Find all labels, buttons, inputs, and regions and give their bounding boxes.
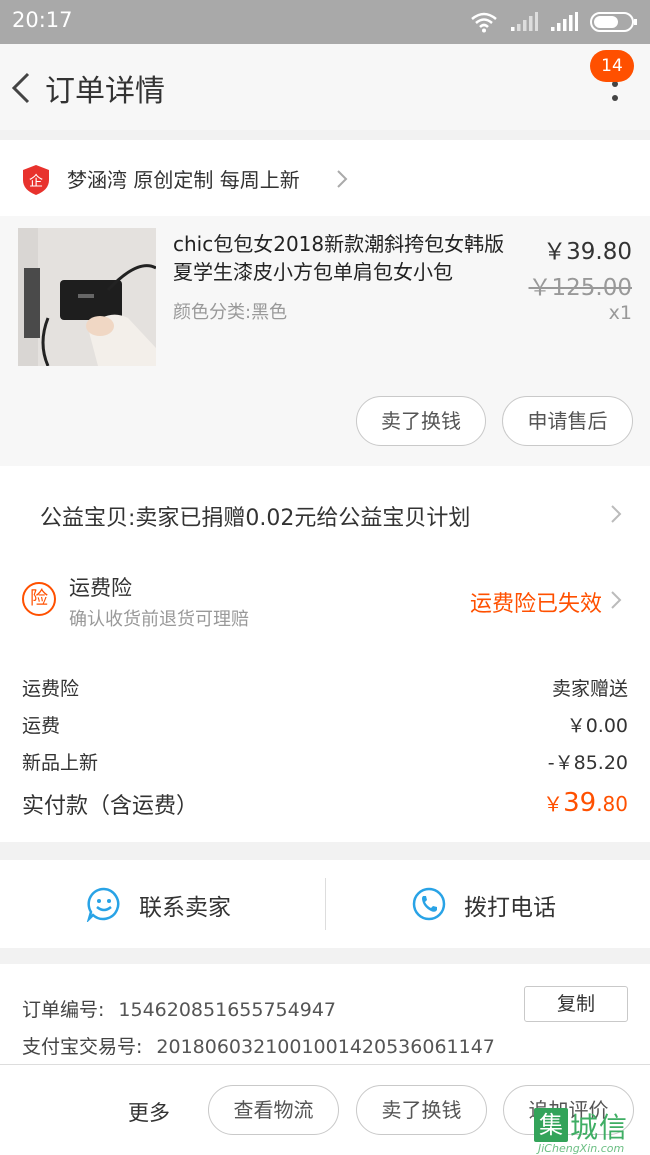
site-watermark: 集 城信 JiChengXin.com — [532, 1104, 650, 1155]
charity-text: 公益宝贝:卖家已捐赠0.02元给公益宝贝计划 — [40, 506, 471, 531]
order-number-value: 154620851655754947 — [118, 999, 336, 1021]
order-number-label: 订单编号: — [22, 999, 105, 1021]
status-time: 20:17 — [12, 8, 73, 32]
chat-bubble-icon — [86, 887, 120, 922]
order-number-row: 订单编号: 154620851655754947 — [22, 995, 336, 1022]
more-actions-button[interactable]: 更多 — [128, 1097, 170, 1127]
chevron-right-icon — [337, 170, 348, 188]
wifi-icon — [471, 12, 497, 33]
view-logistics-button[interactable]: 查看物流 — [208, 1085, 339, 1135]
product-original-price: ￥125.00 — [528, 275, 632, 301]
total-decimal: .80 — [596, 792, 628, 816]
fee-value: -￥85.20 — [547, 752, 628, 774]
fee-row: 运费 ￥0.00 — [22, 711, 628, 745]
copy-button[interactable]: 复制 — [524, 986, 628, 1022]
contact-bar: 联系卖家 拨打电话 — [0, 860, 650, 948]
fee-row: 运费险 卖家赠送 — [22, 674, 628, 708]
fee-value: 卖家赠送 — [551, 678, 628, 700]
fee-label: 新品上新 — [22, 752, 99, 774]
alipay-number-value: 2018060321001001420536061147 — [156, 1036, 495, 1058]
svg-text:企: 企 — [29, 173, 43, 190]
contact-seller-button[interactable]: 联系卖家 — [0, 860, 325, 948]
sell-for-cash-button[interactable]: 卖了换钱 — [356, 1085, 487, 1135]
contact-seller-label: 联系卖家 — [139, 895, 231, 921]
chevron-right-icon — [611, 505, 622, 523]
alipay-number-row: 支付宝交易号: 2018060321001001420536061147 — [22, 1032, 495, 1059]
watermark-text: 城信 — [570, 1111, 629, 1144]
fee-label: 运费 — [22, 715, 61, 737]
call-phone-button[interactable]: 拨打电话 — [325, 860, 650, 948]
sell-for-cash-button[interactable]: 卖了换钱 — [356, 396, 486, 446]
product-sku: 颜色分类:黑色 — [173, 302, 288, 323]
alipay-number-label: 支付宝交易号: — [22, 1036, 143, 1058]
insurance-subtitle: 确认收货前退货可理赔 — [69, 609, 249, 630]
watermark-url: JiChengXin.com — [538, 1142, 625, 1155]
notification-badge: 14 — [590, 50, 634, 82]
fee-value: ￥0.00 — [566, 715, 628, 737]
status-icons — [470, 10, 638, 34]
total-paid-value: ￥39.80 — [543, 788, 628, 818]
after-sales-button[interactable]: 申请售后 — [502, 396, 633, 446]
product-photo-icon — [18, 228, 156, 366]
shop-header[interactable]: 企 梦涵湾 原创定制 每周上新 — [0, 140, 650, 216]
signal-strong-icon — [551, 12, 578, 31]
fee-summary: 运费险 卖家赠送 运费 ￥0.00 新品上新 -￥85.20 实付款（含运费） … — [0, 652, 650, 842]
phone-icon — [412, 887, 446, 921]
watermark-logo: 集 — [534, 1108, 568, 1142]
signal-weak-icon — [511, 12, 538, 31]
chevron-right-icon — [611, 591, 622, 609]
fee-row: 新品上新 -￥85.20 — [22, 748, 628, 782]
call-phone-label: 拨打电话 — [464, 895, 556, 921]
charity-row[interactable]: 公益宝贝:卖家已捐赠0.02元给公益宝贝计划 — [0, 466, 650, 562]
product-quantity: x1 — [608, 302, 632, 324]
fee-label: 运费险 — [22, 678, 80, 700]
total-paid-row: 实付款（含运费） ￥39.80 — [22, 788, 628, 822]
product-title: chic包包女2018新款潮斜挎包女韩版夏学生漆皮小方包单肩包女小包 — [173, 232, 505, 284]
shipping-insurance-row[interactable]: 险 运费险 确认收货前退货可理赔 运费险已失效 — [0, 562, 650, 652]
insurance-status: 运费险已失效 — [469, 592, 602, 617]
insurance-title: 运费险 — [69, 576, 132, 600]
total-integer: 39 — [563, 788, 597, 818]
total-currency: ￥ — [543, 792, 564, 816]
insurance-icon: 险 — [22, 582, 56, 616]
product-image[interactable] — [18, 228, 156, 366]
page-title: 订单详情 — [45, 74, 165, 109]
total-paid-label: 实付款（含运费） — [22, 794, 199, 819]
product-item[interactable]: chic包包女2018新款潮斜挎包女韩版夏学生漆皮小方包单肩包女小包 颜色分类:… — [0, 216, 650, 466]
back-arrow-icon[interactable] — [8, 68, 38, 108]
nav-bar: 订单详情 14 — [0, 44, 650, 130]
order-info: 订单编号: 154620851655754947 支付宝交易号: 201806032… — [0, 964, 650, 1064]
status-bar: 20:17 — [0, 0, 650, 44]
shop-name: 梦涵湾 原创定制 每周上新 — [67, 168, 300, 192]
battery-icon — [590, 12, 637, 32]
shop-badge-icon: 企 — [23, 165, 49, 195]
product-price: ￥39.80 — [543, 239, 632, 265]
